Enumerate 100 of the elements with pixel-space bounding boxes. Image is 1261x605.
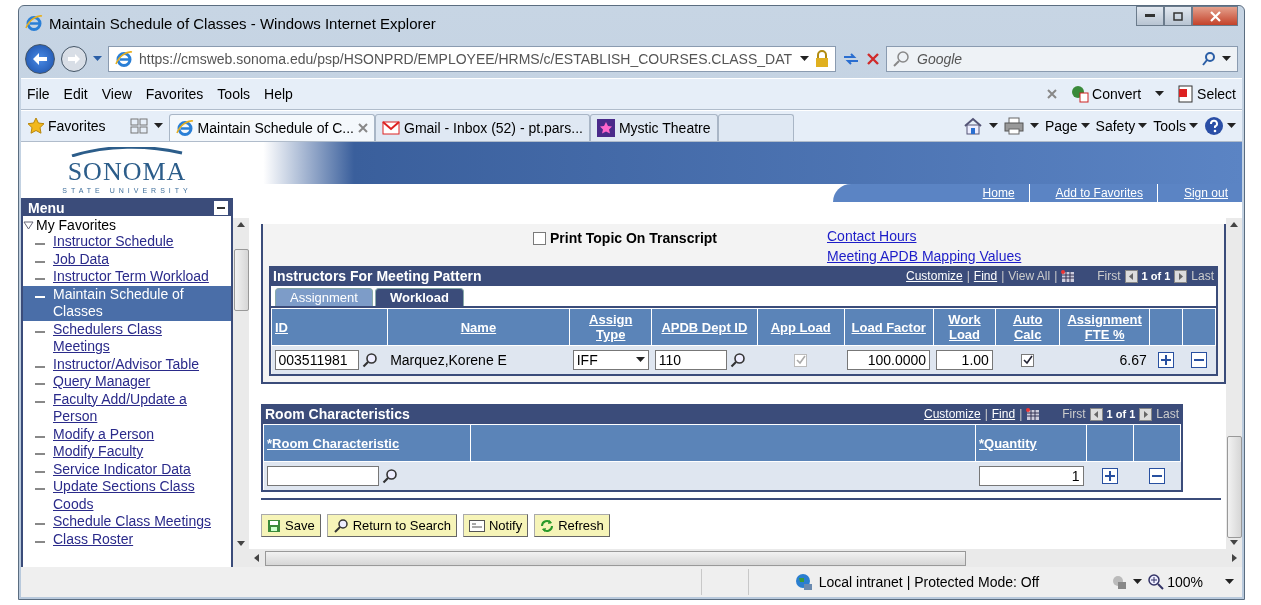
search-icon[interactable] — [729, 352, 746, 368]
printer-icon[interactable] — [1003, 117, 1024, 135]
close-icon[interactable] — [1047, 89, 1058, 99]
column-header[interactable]: Assignment FTE % — [1059, 308, 1150, 346]
grid-icon[interactable] — [1061, 269, 1076, 283]
toolbar-button[interactable]: Refresh — [534, 514, 610, 537]
caret-icon[interactable] — [153, 123, 163, 129]
column-header[interactable]: *Room Characteristic — [263, 424, 471, 462]
menu-item[interactable]: File — [27, 86, 50, 102]
caret-icon[interactable] — [1138, 123, 1148, 129]
delete-row-button[interactable] — [1149, 468, 1165, 484]
customize-link[interactable]: Customize — [923, 407, 981, 421]
arrow-icon[interactable] — [237, 221, 245, 229]
assign-type-dropdown[interactable]: IFF — [572, 350, 649, 370]
column-header[interactable]: *Quantity — [975, 424, 1087, 462]
previous-icon[interactable] — [1089, 407, 1103, 421]
header-link[interactable]: Sign out — [1156, 184, 1242, 202]
column-header[interactable]: Load Factor — [844, 308, 934, 346]
command-menu[interactable]: Tools — [1153, 118, 1198, 134]
work-load-field[interactable]: 1.00 — [936, 350, 993, 370]
checkbox[interactable] — [533, 231, 546, 245]
favorites-button[interactable]: Favorites — [27, 117, 106, 135]
toolbar-button[interactable]: Return to Search — [326, 514, 457, 537]
horizontal-scrollbar[interactable] — [249, 549, 1242, 567]
column-header[interactable]: ID — [271, 308, 388, 346]
toolbar-button[interactable]: Save — [261, 514, 321, 537]
browser-tab[interactable]: Maintain Schedule of C... — [168, 114, 375, 141]
command-menu[interactable]: Safety — [1095, 118, 1148, 134]
collapse-button[interactable] — [214, 201, 228, 215]
find-link[interactable]: Find — [991, 407, 1016, 421]
caret-icon[interactable] — [1133, 579, 1143, 585]
browser-tab[interactable]: Gmail - Inbox (52) - pt.pars... — [375, 114, 590, 141]
vertical-scrollbar[interactable] — [1226, 218, 1242, 549]
caret-icon[interactable] — [1225, 579, 1234, 585]
toolbar-button[interactable]: Notify — [462, 514, 529, 537]
convert-button[interactable]: Convert — [1071, 85, 1142, 103]
close-button[interactable] — [1192, 6, 1238, 26]
caret-icon[interactable] — [1080, 123, 1090, 129]
zoom-button[interactable]: 100% — [1148, 574, 1203, 590]
stop-icon[interactable] — [866, 52, 880, 66]
menu-link[interactable]: Instructor Term Workload — [53, 268, 209, 286]
browser-tab[interactable]: Mystic Theatre — [589, 114, 718, 141]
quick-tabs-icon[interactable] — [129, 118, 148, 134]
caret-icon[interactable] — [800, 56, 809, 62]
page-link[interactable]: Meeting APDB Mapping Values — [827, 248, 1022, 264]
menu-link[interactable]: Query Manager — [53, 373, 151, 391]
menu-link[interactable]: Schedule Class Meetings — [53, 513, 211, 531]
menu-link[interactable]: Faculty Add/Update a Person — [53, 390, 218, 426]
caret-icon[interactable] — [1189, 123, 1198, 129]
maximize-button[interactable] — [1164, 6, 1192, 26]
close-tab-icon[interactable] — [358, 123, 368, 133]
last-label[interactable]: Last — [1156, 407, 1179, 421]
address-field[interactable]: https://cmsweb.sonoma.edu/psp/HSONPRD/EMPLOYEE/HRMS/c/ESTABLISH_COURSES.CLASS_DAT — [108, 46, 836, 72]
caret-icon[interactable] — [1155, 91, 1165, 97]
delete-row-button[interactable] — [1191, 352, 1208, 368]
arrow-icon[interactable] — [1230, 221, 1238, 229]
add-row-button[interactable] — [1102, 468, 1118, 484]
column-header[interactable]: Assign Type — [569, 308, 652, 346]
column-header[interactable]: Name — [387, 308, 570, 346]
find-link[interactable]: Find — [973, 269, 998, 283]
caret-icon[interactable] — [1029, 123, 1039, 129]
column-header[interactable]: Auto Calc — [995, 308, 1060, 346]
column-header[interactable]: App Load — [757, 308, 845, 346]
dropdown-caret-icon[interactable] — [93, 56, 102, 62]
select-button[interactable]: Select — [1178, 85, 1236, 103]
menu-item[interactable]: Favorites — [145, 86, 204, 102]
column-header[interactable]: Work Load — [933, 308, 996, 346]
search-input[interactable]: Google — [915, 50, 1196, 68]
quantity-field[interactable]: 1 — [978, 466, 1084, 486]
menu-item[interactable]: View — [101, 86, 132, 102]
search-icon[interactable] — [361, 352, 378, 368]
back-button[interactable] — [25, 44, 55, 74]
menu-link[interactable]: Update Sections Class Coods — [53, 478, 218, 513]
room-characteristic-field[interactable] — [266, 466, 379, 486]
menu-link[interactable]: Modify a Person — [53, 425, 155, 443]
first-label[interactable]: First — [1062, 407, 1086, 421]
caret-icon[interactable] — [988, 123, 998, 129]
id-field[interactable]: 003511981 — [274, 350, 359, 370]
search-icon[interactable] — [1202, 52, 1216, 66]
menu-link[interactable]: Class Roster — [53, 530, 134, 548]
minimize-button[interactable] — [1136, 6, 1164, 26]
caret-icon[interactable] — [1222, 56, 1231, 62]
refresh-icon[interactable] — [842, 51, 860, 67]
home-icon[interactable] — [962, 117, 983, 135]
scrollbar-thumb[interactable] — [233, 249, 249, 311]
view-all-link[interactable]: View All — [1008, 269, 1051, 283]
search-icon[interactable] — [381, 468, 398, 484]
tree-folder[interactable]: My Favorites — [23, 217, 231, 233]
column-header[interactable]: APDB Dept ID — [651, 308, 758, 346]
menu-link[interactable]: Instructor Schedule — [53, 233, 174, 251]
scrollbar-thumb[interactable] — [265, 550, 966, 566]
scrollbar-thumb[interactable] — [1226, 436, 1242, 538]
caret-icon[interactable] — [635, 357, 645, 363]
menu-item[interactable]: Tools — [217, 86, 251, 102]
menu-link[interactable]: Job Data — [53, 250, 110, 268]
customize-link[interactable]: Customize — [906, 269, 963, 283]
search-field[interactable]: Google — [886, 46, 1238, 72]
previous-icon[interactable] — [1124, 269, 1138, 283]
caret-icon[interactable] — [1227, 123, 1236, 129]
page-link[interactable]: Contact Hours — [827, 228, 1022, 244]
